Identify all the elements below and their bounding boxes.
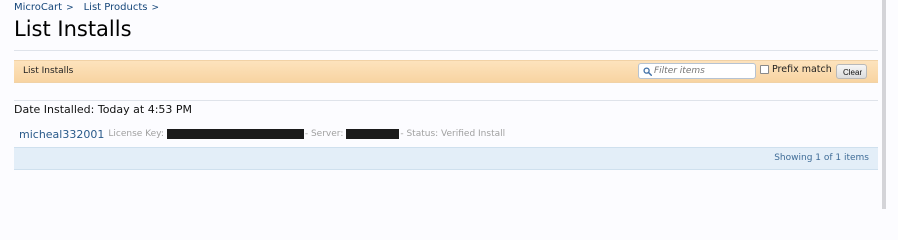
group-heading: Date Installed: Today at 4:53 PM [14,103,193,116]
prefix-match-checkbox[interactable] [760,65,769,74]
group-divider [14,100,878,101]
title-divider [14,50,878,51]
breadcrumb-item-list-products[interactable]: List Products [84,2,148,13]
install-username-link[interactable]: micheal332001 [19,128,104,141]
filter-input[interactable] [652,64,752,78]
redacted-server [346,129,400,139]
search-icon [643,66,652,76]
page-edge-divider [882,0,886,209]
filter-field[interactable] [638,63,756,79]
redacted-license-key [166,129,304,139]
breadcrumb-item-microcart[interactable]: MicroCart [14,2,62,13]
list-toolbar-label: List Installs [23,66,74,76]
prefix-match-toggle[interactable]: Prefix match [760,64,832,75]
list-toolbar: List Installs Prefix match Clear [14,60,878,83]
list-footer: Showing 1 of 1 items [14,147,878,170]
breadcrumb: MicroCart > List Products > [14,2,165,13]
clear-button[interactable]: Clear [836,64,867,79]
status-label: - Status: Verified Install [400,129,506,139]
prefix-match-label: Prefix match [772,64,832,75]
breadcrumb-separator: > [151,2,159,13]
list-item: micheal332001 License Key: - Server: - S… [19,127,505,141]
page-title: List Installs [14,17,132,41]
server-label: - Server: [304,129,344,139]
item-count-text: Showing 1 of 1 items [774,153,869,163]
license-key-label: License Key: [108,129,164,139]
breadcrumb-separator: > [66,2,74,13]
